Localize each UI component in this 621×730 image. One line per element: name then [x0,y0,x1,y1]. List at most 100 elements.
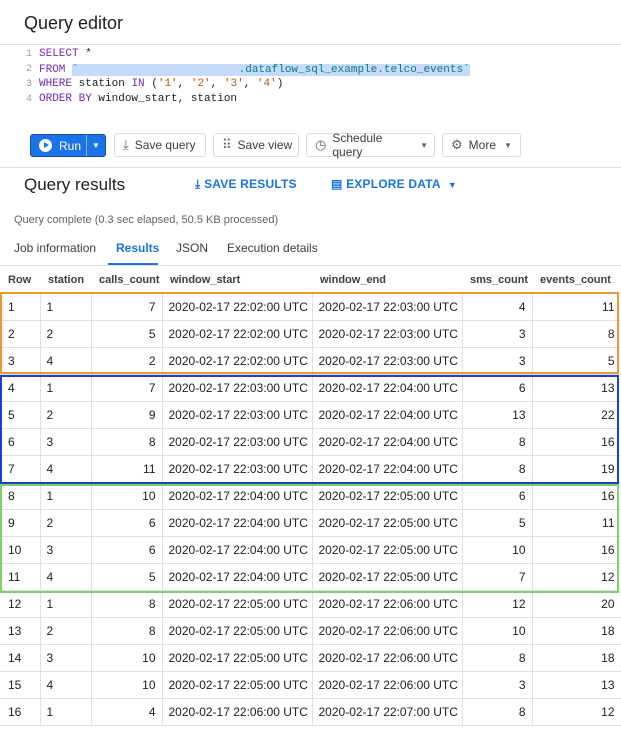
sql-editor[interactable]: 1 SELECT * 2 FROM ` .dataflow_sql_example… [0,45,621,123]
cell-window-end: 2020-02-17 22:06:00 UTC [312,590,463,618]
cell-calls-count: 10 [91,644,163,672]
cell-events-count: 22 [532,401,621,429]
play-circle-icon [39,139,52,152]
table-row: 12 1 8 2020-02-17 22:05:00 UTC 2020-02-17 22… [0,590,621,618]
run-options-button[interactable]: ▼ [87,135,105,156]
cell-sms-count: 3 [462,671,533,699]
cell-events-count: 13 [532,671,621,699]
cell-events-count: 5 [532,347,621,375]
cell-events-count: 8 [532,320,621,348]
editor-header: Query editor [0,0,621,45]
cell-row: 4 [0,374,41,402]
cell-sms-count: 3 [462,320,533,348]
line-number: 3 [25,79,32,90]
sql-keyword: SELECT [39,48,79,60]
tab-execution-details[interactable]: Execution details [227,241,318,255]
cell-row: 1 [0,293,41,321]
cell-window-start: 2020-02-17 22:05:00 UTC [162,671,313,699]
save-results-button[interactable]: ⤓ SAVE RESULTS [195,177,297,192]
cell-calls-count: 11 [91,455,163,483]
cell-window-end: 2020-02-17 22:03:00 UTC [312,293,463,321]
results-title: Query results [24,175,126,194]
cell-sms-count: 8 [462,698,533,726]
cell-station: 1 [40,293,92,321]
table-row: 13 2 8 2020-02-17 22:05:00 UTC 2020-02-17 22… [0,617,621,645]
tab-job-information[interactable]: Job information [14,241,96,255]
cell-window-start: 2020-02-17 22:04:00 UTC [162,563,313,591]
backtick: ` [463,64,470,76]
code-line: 3 WHERE station IN ('1', '2', '3', '4') [0,77,621,92]
cell-station: 2 [40,401,92,429]
cell-window-end: 2020-02-17 22:05:00 UTC [312,509,463,537]
caret-down-icon: ▼ [420,140,428,150]
cell-calls-count: 10 [91,482,163,510]
run-button-group: Run ▼ [30,134,106,157]
caret-down-icon: ▼ [504,140,512,150]
cell-events-count: 16 [532,482,621,510]
cell-events-count: 12 [532,698,621,726]
sql-text: window_start, station [91,93,238,105]
cell-row: 12 [0,590,41,618]
column-header-station: station [40,265,91,294]
column-header-calls-count: calls_count [91,265,162,294]
code-line: 1 SELECT * [0,47,621,62]
table-reference: ` .dataflow_sql_example.telco_events` [72,64,470,76]
cell-row: 8 [0,482,41,510]
table-row: 1 1 7 2020-02-17 22:02:00 UTC 2020-02-17 22:… [0,293,621,321]
cell-window-start: 2020-02-17 22:02:00 UTC [162,320,313,348]
table-name: .dataflow_sql_example.telco_events [238,64,464,76]
column-header-events-count: events_count [532,265,621,294]
grid-dots-icon: ⠿ [222,137,232,152]
backtick: ` [72,64,79,76]
cell-events-count: 18 [532,644,621,672]
cell-window-end: 2020-02-17 22:03:00 UTC [312,320,463,348]
schedule-query-label: Schedule query [332,131,383,159]
cell-row: 3 [0,347,41,375]
run-label: Run [59,138,82,153]
more-label: More [468,138,496,152]
cell-calls-count: 8 [91,590,163,618]
cell-row: 11 [0,563,41,591]
cell-row: 14 [0,644,41,672]
cell-row: 15 [0,671,41,699]
redacted-project [79,62,239,73]
cell-events-count: 18 [532,617,621,645]
cell-sms-count: 7 [462,563,533,591]
clock-icon: ◷ [315,137,327,152]
tab-json[interactable]: JSON [176,241,208,255]
table-row: 5 2 9 2020-02-17 22:03:00 UTC 2020-02-17 22:… [0,401,621,429]
sql-text: , [243,78,257,90]
cell-station: 2 [40,320,92,348]
cell-calls-count: 7 [91,293,163,321]
schedule-query-button[interactable]: ◷ Schedule query ▼ [306,131,435,159]
cell-station: 4 [40,563,92,591]
cell-station: 1 [40,374,92,402]
query-toolbar: Run ▼ ⤓ Save query ⠿ Save view ◷ Schedul… [0,123,621,168]
results-header: Query results ⤓ SAVE RESULTS ▤ EXPLORE D… [0,168,621,204]
explore-data-button[interactable]: ▤ EXPLORE DATA ▼ [331,177,457,191]
save-view-button[interactable]: ⠿ Save view [213,133,299,157]
sql-text: , [210,78,224,90]
cell-window-start: 2020-02-17 22:02:00 UTC [162,347,313,375]
cell-row: 6 [0,428,41,456]
run-button[interactable]: Run [31,135,86,156]
sql-string: '2' [190,78,211,90]
tab-results[interactable]: Results [116,241,159,255]
more-button[interactable]: ⚙ More ▼ [442,133,521,157]
results-tabs: Job information Results JSON Execution d… [0,236,621,266]
cell-events-count: 13 [532,374,621,402]
cell-window-start: 2020-02-17 22:02:00 UTC [162,293,313,321]
cell-window-end: 2020-02-17 22:04:00 UTC [312,428,463,456]
cell-station: 4 [40,455,92,483]
save-query-button[interactable]: ⤓ Save query [114,133,206,157]
sql-text: , [177,78,191,90]
cell-window-end: 2020-02-17 22:05:00 UTC [312,536,463,564]
code-line: 2 FROM ` .dataflow_sql_example.telco_even… [0,62,621,77]
cell-window-start: 2020-02-17 22:06:00 UTC [162,698,313,726]
cell-sms-count: 10 [462,617,533,645]
gear-icon: ⚙ [451,137,463,152]
cell-window-start: 2020-02-17 22:04:00 UTC [162,482,313,510]
table-header-row: Row station calls_count window_start win… [0,265,621,294]
cell-sms-count: 6 [462,482,533,510]
cell-sms-count: 10 [462,536,533,564]
